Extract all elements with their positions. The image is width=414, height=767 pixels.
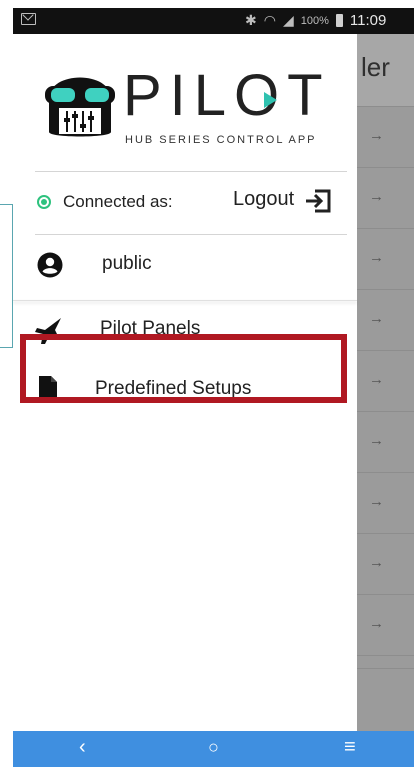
status-bar: ✱ ◠ ◢ 100% 11:09 — [13, 8, 414, 34]
pilot-logo: PILOT HUB SERIES CONTROL APP — [35, 54, 335, 154]
logout-icon[interactable] — [303, 188, 333, 214]
status-time: 11:09 — [349, 12, 387, 29]
arrow-right-icon: → — [369, 188, 384, 205]
divider — [35, 171, 347, 172]
drawer-section-divider — [13, 300, 357, 301]
arrow-right-icon: → — [369, 127, 384, 144]
logout-button[interactable]: Logout — [233, 188, 294, 211]
background-screen[interactable]: ler → → → → → → → → → — [357, 34, 414, 731]
menu-button[interactable]: ≡ — [344, 736, 356, 759]
background-list-item[interactable]: → — [357, 229, 414, 290]
divider — [357, 668, 414, 669]
background-title: ler — [361, 52, 390, 82]
wifi-icon: ◠ — [263, 12, 276, 28]
background-header: ler — [357, 34, 414, 107]
user-account-icon — [37, 252, 63, 278]
selection-frame — [0, 204, 13, 348]
system-nav-bar: ‹ ○ ≡ — [13, 731, 414, 767]
background-list-item[interactable]: → — [357, 168, 414, 229]
connected-status-icon — [37, 195, 51, 209]
logo-subtitle: HUB SERIES CONTROL APP — [125, 134, 317, 146]
arrow-right-icon: → — [369, 493, 384, 510]
background-list-item[interactable]: → — [357, 595, 414, 656]
background-list-item[interactable]: → — [357, 107, 414, 168]
logo-title: PILOT — [123, 63, 331, 128]
home-button[interactable]: ○ — [208, 737, 219, 758]
user-name: public — [102, 253, 152, 274]
battery-icon — [335, 14, 343, 27]
mail-icon — [21, 13, 36, 25]
signal-icon: ◢ — [282, 12, 294, 28]
arrow-right-icon: → — [369, 554, 384, 571]
screen-edge — [0, 0, 13, 767]
background-list-item[interactable]: → — [357, 290, 414, 351]
highlight-box — [20, 334, 347, 403]
arrow-right-icon: → — [369, 432, 384, 449]
background-list-item[interactable]: → — [357, 412, 414, 473]
status-icons: ✱ ◠ ◢ 100% 11:09 — [245, 12, 386, 29]
arrow-right-icon: → — [369, 310, 384, 327]
arrow-right-icon: → — [369, 615, 384, 632]
play-icon — [264, 92, 277, 108]
arrow-right-icon: → — [369, 249, 384, 266]
background-list-item[interactable]: → — [357, 473, 414, 534]
back-button[interactable]: ‹ — [79, 736, 86, 759]
battery-percent: 100% — [300, 14, 329, 27]
bluetooth-icon: ✱ — [245, 12, 257, 28]
connected-label: Connected as: — [63, 192, 173, 211]
divider — [35, 234, 347, 235]
background-list-item[interactable]: → — [357, 351, 414, 412]
pilot-mascot-icon — [45, 77, 115, 137]
background-list-item[interactable]: → — [357, 534, 414, 595]
arrow-right-icon: → — [369, 371, 384, 388]
